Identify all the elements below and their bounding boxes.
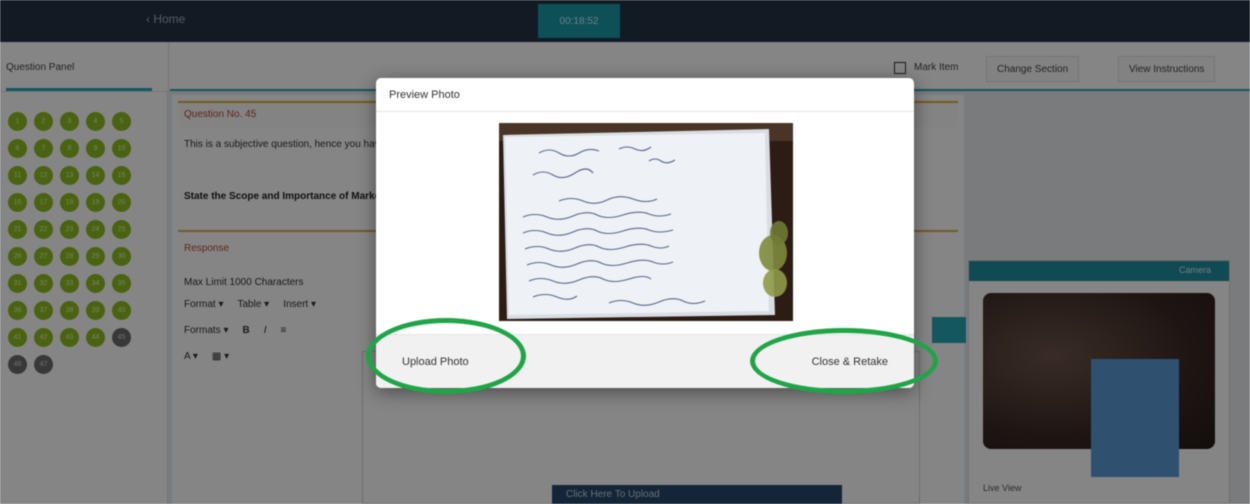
exam-screen: ‹ Home 00:18:52 Question Panel Mark Item… bbox=[0, 0, 1250, 504]
handwritten-page-photo bbox=[499, 123, 793, 321]
upload-highlight-ring bbox=[366, 318, 526, 394]
captured-photo bbox=[499, 123, 793, 321]
modal-title: Preview Photo bbox=[389, 89, 460, 101]
modal-header-divider bbox=[376, 111, 914, 112]
close-highlight-ring bbox=[750, 328, 938, 394]
